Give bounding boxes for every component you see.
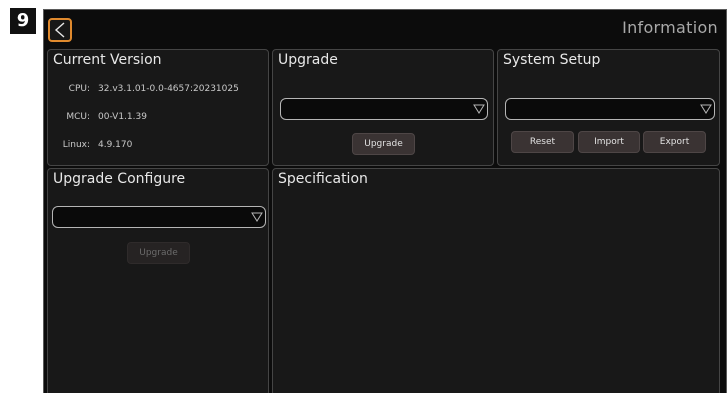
upgrade-button[interactable]: Upgrade	[352, 133, 415, 155]
current-version-panel: Current Version CPU: 32.v3.1.01-0.0-4657…	[47, 49, 269, 166]
cpu-version: 32.v3.1.01-0.0-4657:20231025	[98, 84, 239, 94]
page-title: Information	[622, 18, 718, 37]
upgrade-file-select[interactable]	[280, 98, 488, 120]
export-button[interactable]: Export	[643, 131, 706, 153]
system-setup-panel: System Setup Reset Import Export	[497, 49, 720, 166]
import-button[interactable]: Import	[578, 131, 640, 153]
page: 9 Information Current Version CPU: 32.v3…	[0, 0, 728, 393]
reset-button[interactable]: Reset	[511, 131, 574, 153]
chevron-down-icon	[700, 104, 712, 114]
upgrade-configure-panel: Upgrade Configure Upgrade	[47, 168, 269, 393]
specification-title: Specification	[278, 171, 368, 187]
top-bar: Information	[44, 10, 726, 48]
device-screen: Information Current Version CPU: 32.v3.1…	[43, 9, 727, 393]
linux-version: 4.9.170	[98, 140, 133, 150]
upgrade-configure-select[interactable]	[52, 206, 266, 228]
system-setup-select[interactable]	[505, 98, 715, 120]
linux-label: Linux:	[62, 140, 90, 150]
step-badge: 9	[10, 8, 36, 34]
chevron-down-icon	[251, 212, 263, 222]
cpu-label: CPU:	[68, 84, 90, 94]
chevron-down-icon	[473, 104, 485, 114]
chevron-left-icon	[54, 22, 65, 38]
upgrade-configure-button[interactable]: Upgrade	[127, 242, 190, 264]
upgrade-panel: Upgrade Upgrade	[272, 49, 494, 166]
specification-panel: Specification	[272, 168, 720, 393]
upgrade-title: Upgrade	[278, 52, 338, 68]
back-button[interactable]	[48, 18, 72, 42]
mcu-label: MCU:	[66, 112, 90, 122]
current-version-title: Current Version	[53, 52, 162, 68]
upgrade-configure-title: Upgrade Configure	[53, 171, 186, 187]
mcu-version: 00-V1.1.39	[98, 112, 147, 122]
system-setup-title: System Setup	[503, 52, 601, 68]
